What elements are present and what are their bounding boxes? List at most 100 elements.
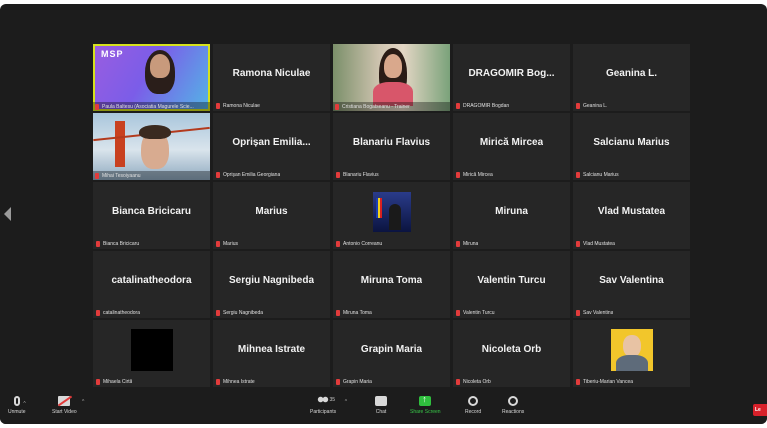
participant-name: Vlad Mustatea xyxy=(583,241,615,247)
record-button[interactable]: Record xyxy=(465,396,481,415)
muted-microphone-icon xyxy=(216,310,220,316)
participant-tile[interactable]: Miruna Toma Miruna Toma xyxy=(333,251,450,318)
participant-tile[interactable]: Nicoleta Orb Nicoleta Orb xyxy=(453,320,570,387)
participant-tile[interactable]: MSP Paula Baltesu (Asociatia Magurele Sci… xyxy=(93,44,210,111)
share-screen-label: Share Screen xyxy=(410,409,441,415)
participant-tile[interactable]: Oprișan Emilia... Oprişan Emilia Georgian… xyxy=(213,113,330,180)
leave-button[interactable]: Le xyxy=(753,404,767,416)
participant-gallery: MSP Paula Baltesu (Asociatia Magurele Sci… xyxy=(93,44,690,387)
participant-label: Sav Valentina xyxy=(576,310,687,316)
muted-microphone-icon xyxy=(336,379,340,385)
reactions-button[interactable]: Reactions xyxy=(502,396,524,415)
muted-microphone-icon xyxy=(336,172,340,178)
participant-name-display: Ramona Niculae xyxy=(232,68,311,79)
participant-label: Geanina L. xyxy=(576,103,687,109)
participant-tile[interactable]: Marius Marius xyxy=(213,182,330,249)
participant-label: Bianca Bricicaru xyxy=(96,241,207,247)
muted-microphone-icon xyxy=(96,379,100,385)
participants-label: Participants xyxy=(310,409,337,415)
participant-name-display: Sav Valentina xyxy=(599,275,664,286)
participant-tile[interactable]: Bianca Bricicaru Bianca Bricicaru xyxy=(93,182,210,249)
participant-tile[interactable]: Antonio Correanu xyxy=(333,182,450,249)
participant-name-display: Sergiu Nagnibeda xyxy=(228,275,314,286)
participant-tile[interactable]: Cristiana Bogatseanu - Trainer xyxy=(333,44,450,111)
participant-name-display: Bianca Bricicaru xyxy=(112,206,191,217)
participant-tile[interactable]: Mirică Mircea Mirică Mircea xyxy=(453,113,570,180)
participant-name: Marius xyxy=(223,241,239,247)
participant-label: Antonio Correanu xyxy=(336,241,447,247)
participant-name-display: Valentin Turcu xyxy=(477,275,546,286)
participant-tile[interactable]: Salcianu Marius Salcianu Marius xyxy=(573,113,690,180)
share-screen-button[interactable]: Share Screen xyxy=(410,394,441,415)
muted-microphone-icon xyxy=(576,241,580,247)
participant-tile[interactable]: Geanina L. Geanina L. xyxy=(573,44,690,111)
muted-microphone-icon xyxy=(576,172,580,178)
participant-name-display: Salcianu Marius xyxy=(593,137,670,148)
start-video-button[interactable]: ^ Start Video xyxy=(52,396,84,415)
participant-label: Blanariu Flavius xyxy=(336,172,447,178)
unmute-button[interactable]: ^ Unmute xyxy=(8,396,26,415)
participant-tile[interactable]: Mihaela Cirtă xyxy=(93,320,210,387)
participant-label: Marius xyxy=(216,241,327,247)
msp-logo: MSP xyxy=(101,49,124,59)
muted-microphone-icon xyxy=(216,379,220,385)
record-icon xyxy=(468,396,479,406)
participant-name-display: Vlad Mustatea xyxy=(597,206,666,217)
participant-name-display: Miruna Toma xyxy=(360,275,423,286)
caret-up-icon[interactable]: ^ xyxy=(82,399,84,405)
avatar-head xyxy=(622,334,641,357)
participant-name: Valentin Turcu xyxy=(463,310,495,316)
muted-microphone-icon xyxy=(576,379,580,385)
participant-tile[interactable]: Tiberiu-Marian Vancea xyxy=(573,320,690,387)
muted-microphone-icon xyxy=(216,103,220,109)
participant-label: Mirică Mircea xyxy=(456,172,567,178)
participant-name: Mirică Mircea xyxy=(463,172,493,178)
participant-name-display: Oprișan Emilia... xyxy=(232,137,311,148)
participant-thumbnail xyxy=(372,191,411,232)
zoom-meeting-window: MSP Paula Baltesu (Asociatia Magurele Sci… xyxy=(0,4,767,424)
participant-label: Miruna xyxy=(456,241,567,247)
chat-button[interactable]: Chat xyxy=(375,396,387,415)
participant-tile[interactable]: Mihnea Istrate Mihnea Istrate xyxy=(213,320,330,387)
participants-button[interactable]: 35 ^ Participants xyxy=(310,396,347,415)
previous-page-arrow-icon[interactable] xyxy=(4,207,11,221)
participant-label: Tiberiu-Marian Vancea xyxy=(576,379,687,385)
participant-label: Miruna Toma xyxy=(336,310,447,316)
participant-tile[interactable]: Grapin Maria Grapin Maria xyxy=(333,320,450,387)
participant-tile[interactable]: DRAGOMIR Bog... DRAGOMIR Bogdan xyxy=(453,44,570,111)
caret-up-icon[interactable]: ^ xyxy=(345,399,347,405)
participant-thumbnail xyxy=(130,328,173,371)
avatar-body xyxy=(615,354,648,371)
participant-name-display: Miruna xyxy=(495,206,528,217)
participant-tile[interactable]: Miruna Miruna xyxy=(453,182,570,249)
muted-microphone-icon xyxy=(456,310,460,316)
participant-name-display: Marius xyxy=(255,206,288,217)
muted-microphone-icon xyxy=(456,103,460,109)
participant-name: Geanina L. xyxy=(583,103,608,109)
participant-tile[interactable]: catalinatheodora catalinatheodora xyxy=(93,251,210,318)
participant-tile[interactable]: Sav Valentina Sav Valentina xyxy=(573,251,690,318)
participant-face xyxy=(150,54,170,78)
participant-label: Cristiana Bogatseanu - Trainer xyxy=(333,102,450,111)
participant-tile[interactable]: Mihai Tesoiyaanu xyxy=(93,113,210,180)
muted-microphone-icon xyxy=(576,310,580,316)
participant-tile[interactable]: Vlad Mustatea Vlad Mustatea xyxy=(573,182,690,249)
participant-label: Valentin Turcu xyxy=(456,310,567,316)
participant-name: Miruna Toma xyxy=(343,310,372,316)
share-screen-icon xyxy=(419,394,432,406)
participant-name: catalinatheodora xyxy=(103,310,140,316)
microphone-icon: ^ xyxy=(13,396,26,407)
muted-microphone-icon xyxy=(335,103,339,110)
participant-name: Oprişan Emilia Georgiana xyxy=(223,172,281,178)
participant-name-display: Geanina L. xyxy=(605,68,658,79)
participant-tile[interactable]: Valentin Turcu Valentin Turcu xyxy=(453,251,570,318)
participant-name: Salcianu Marius xyxy=(583,172,619,178)
participant-tile[interactable]: Sergiu Nagnibeda Sergiu Nagnibeda xyxy=(213,251,330,318)
unmute-label: Unmute xyxy=(8,409,26,415)
reactions-label: Reactions xyxy=(502,409,525,415)
participant-label: Paula Baltesu (Asociatia Magurele Scie..… xyxy=(93,102,210,111)
avatar xyxy=(610,328,653,371)
participant-tile[interactable]: Blanariu Flavius Blanariu Flavius xyxy=(333,113,450,180)
caret-up-icon[interactable]: ^ xyxy=(23,401,25,407)
participant-tile[interactable]: Ramona Niculae Ramona Niculae xyxy=(213,44,330,111)
